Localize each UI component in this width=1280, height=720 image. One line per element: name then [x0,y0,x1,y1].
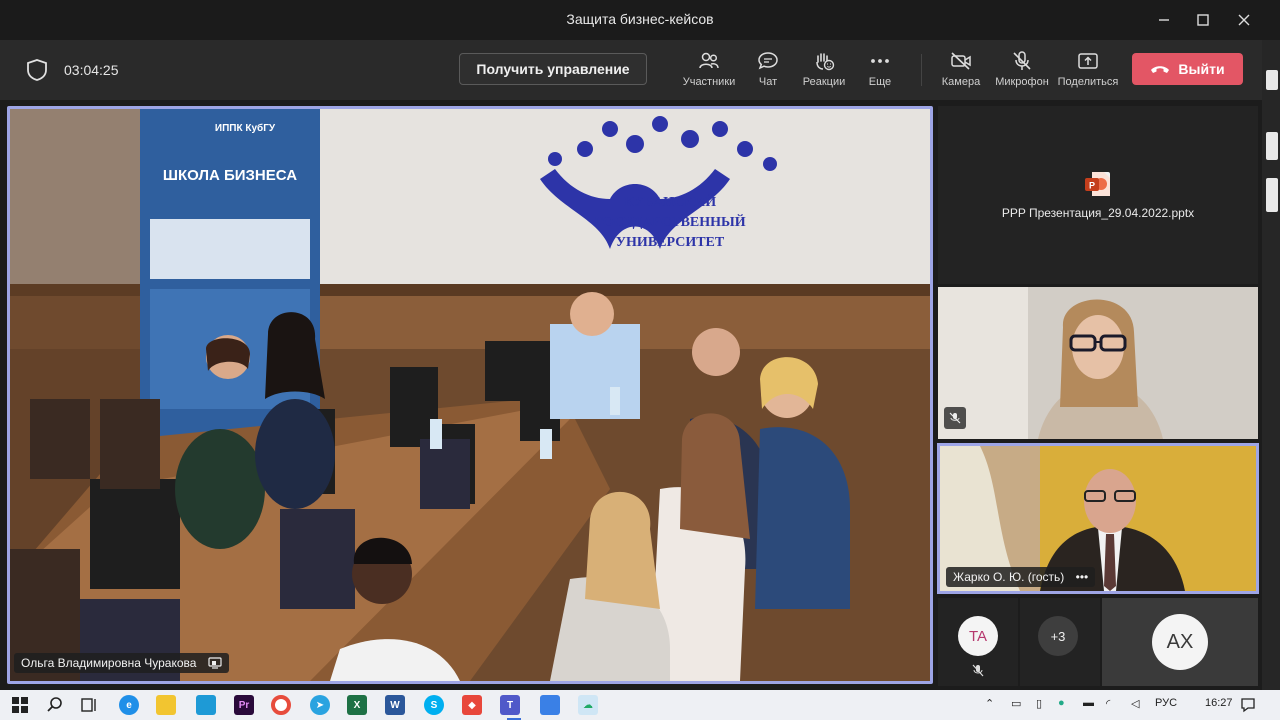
minimize-icon [1159,19,1169,21]
mic-off-icon [972,664,984,677]
camera-toggle-button[interactable]: Камера [926,50,996,94]
shared-file-name: PPP Презентация_29.04.2022.pptx [1001,206,1195,220]
app-icon[interactable] [540,695,560,715]
camera-label: Камера [941,76,981,88]
participant-video-tile-active[interactable]: Жарко О. Ю. (гость) ••• [937,443,1259,594]
notification-icon[interactable] [1240,697,1256,713]
meeting-timer: 03:04:25 [64,62,119,78]
conference-room-scene [10,109,930,681]
windows-taskbar: e Pr ➤ X W S ◆ T ☁ ⌃ ▭ ▯ ● ▬ ◜ ◁ РУС 16:… [0,690,1280,720]
participant-avatar-tile[interactable]: TA [938,598,1018,686]
more-participants-count: +3 [1038,616,1078,656]
teams-icon[interactable]: T [500,695,520,715]
excel-icon[interactable]: X [347,695,367,715]
share-button[interactable]: Поделиться [1053,50,1123,94]
participant-more-button[interactable]: ••• [1076,570,1089,584]
participant-video-tile[interactable] [938,287,1258,439]
main-video-tile[interactable]: ИППК КубГУ ШКОЛА БИЗНЕСА КУБАНСКИЙ ГОСУД… [7,106,933,684]
microphone-toggle-button[interactable]: Микрофон [987,50,1057,94]
minimize-button[interactable] [1152,8,1176,32]
close-icon [1238,14,1250,26]
tray-phone-icon[interactable]: ▯ [1036,697,1042,710]
cloud-sync-icon[interactable]: ☁ [578,695,598,715]
edge-mark [1266,132,1278,160]
search-icon[interactable] [46,696,64,714]
toolbar-divider [921,54,922,86]
hang-up-icon [1151,66,1170,73]
edge-browser-icon[interactable]: e [119,695,139,715]
tray-device-icon[interactable]: ▭ [1011,697,1021,710]
svg-text:P: P [1089,181,1095,191]
word-icon[interactable]: W [385,695,405,715]
file-explorer-icon[interactable] [156,695,176,715]
avatar-ax: AX [1152,614,1208,670]
take-control-button[interactable]: Получить управление [459,53,647,85]
participant-name-tag: Жарко О. Ю. (гость) ••• [946,567,1096,587]
edge-mark [1266,178,1278,212]
banner-logo-text: ИППК КубГУ [214,123,276,134]
premiere-icon[interactable]: Pr [234,695,254,715]
powerpoint-icon: P [1085,172,1110,196]
participant-name: Жарко О. Ю. (гость) [953,570,1065,584]
mic-off-icon [949,412,961,424]
shared-presentation-tile[interactable]: P PPP Презентация_29.04.2022.pptx [938,106,1258,284]
telegram-icon[interactable]: ➤ [310,695,330,715]
participant-video [938,287,1258,439]
wall-sign-line-2: ГОСУДАРСТВЕННЫЙ [594,215,746,230]
tray-chevron-icon[interactable]: ⌃ [985,697,994,710]
chat-icon [758,52,778,70]
camera-off-icon [951,52,971,70]
wall-sign-line-3: УНИВЕРСИТЕТ [615,235,725,250]
maximize-button[interactable] [1191,8,1215,32]
taskbar-clock[interactable]: 16:27 [1205,697,1233,709]
people-icon [699,52,719,69]
tray-battery-icon[interactable]: ▬ [1083,697,1094,709]
tray-shield-icon[interactable]: ● [1058,697,1065,709]
window-title-bar: Защита бизнес-кейсов [0,0,1280,40]
meeting-toolbar: 03:04:25 Получить управление Участники Ч… [0,40,1280,100]
task-view-icon[interactable] [80,696,98,714]
muted-badge [944,407,966,429]
chrome-icon[interactable] [271,695,291,715]
remote-desktop-icon[interactable] [196,695,216,715]
windows-start-icon[interactable] [12,697,28,713]
tray-wifi-icon[interactable]: ◜ [1106,697,1110,710]
participant-avatar-tile[interactable]: AX [1102,598,1258,686]
tray-volume-icon[interactable]: ◁ [1131,697,1139,710]
input-language[interactable]: РУС [1155,697,1177,709]
share-label: Поделиться [1057,76,1119,88]
banner-title: ШКОЛА БИЗНЕСА [162,167,298,184]
shield-icon[interactable] [26,58,48,82]
wall-sign: КУБАНСКИЙ ГОСУДАРСТВЕННЫЙ УНИВЕРСИТЕТ [570,193,770,253]
leave-label: Выйти [1178,61,1225,77]
more-options-button[interactable]: Еще [845,50,915,94]
wall-sign-line-1: КУБАНСКИЙ [623,195,717,210]
room-device-icon [208,657,222,669]
leave-meeting-button[interactable]: Выйти [1132,53,1243,85]
skype-icon[interactable]: S [424,695,444,715]
speaker-name-tag: Ольга Владимировна Чуракова [14,653,229,673]
background-window-edge [1262,40,1280,690]
mic-off-icon [1013,51,1031,70]
hand-emoji-icon [816,53,835,71]
more-participants-tile[interactable]: +3 [1020,598,1100,686]
speaker-name: Ольга Владимировна Чуракова [21,656,197,670]
edge-mark [1266,70,1278,90]
mic-label: Микрофон [995,76,1049,88]
more-dots-icon [871,59,889,63]
anydesk-icon[interactable]: ◆ [462,695,482,715]
share-screen-icon [1078,53,1098,69]
window-title: Защита бизнес-кейсов [566,11,714,27]
close-window-button[interactable] [1232,8,1256,32]
more-label: Еще [868,76,892,88]
maximize-icon [1197,14,1209,26]
avatar-ta: TA [958,616,998,656]
